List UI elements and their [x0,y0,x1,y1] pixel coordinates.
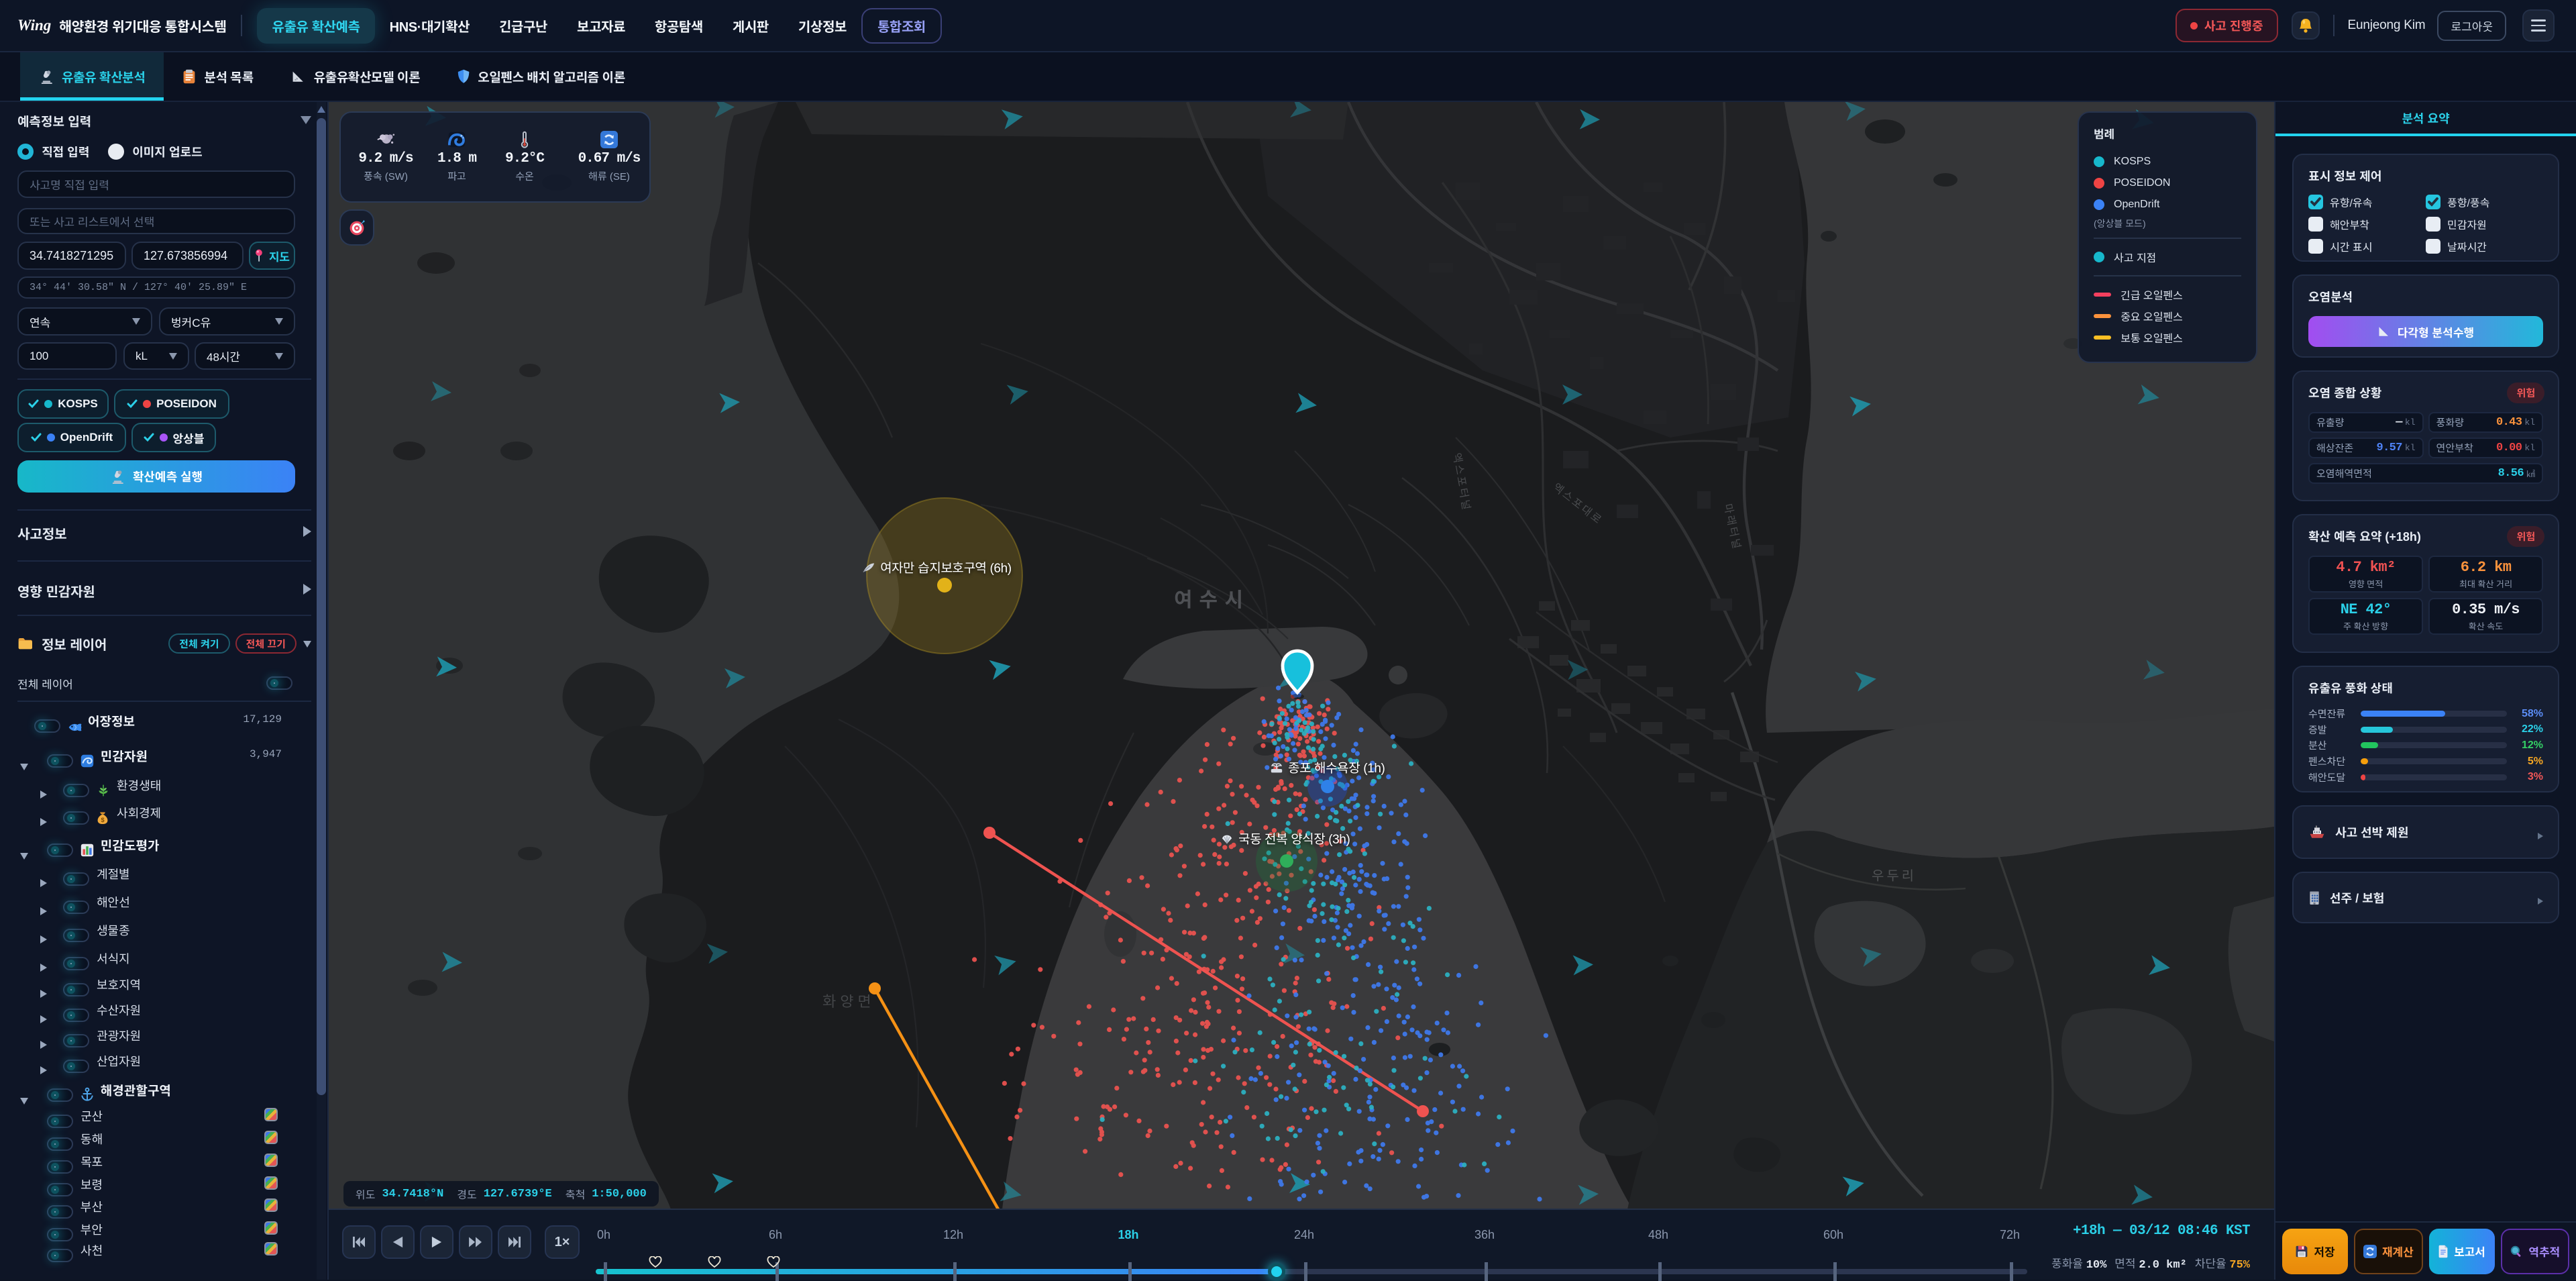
svg-text:우두리: 우두리 [1872,865,1917,884]
svg-text:화양면: 화양면 [822,990,875,1011]
svg-text:$: $ [101,817,104,823]
svg-text:여수시: 여수시 [1174,583,1250,613]
